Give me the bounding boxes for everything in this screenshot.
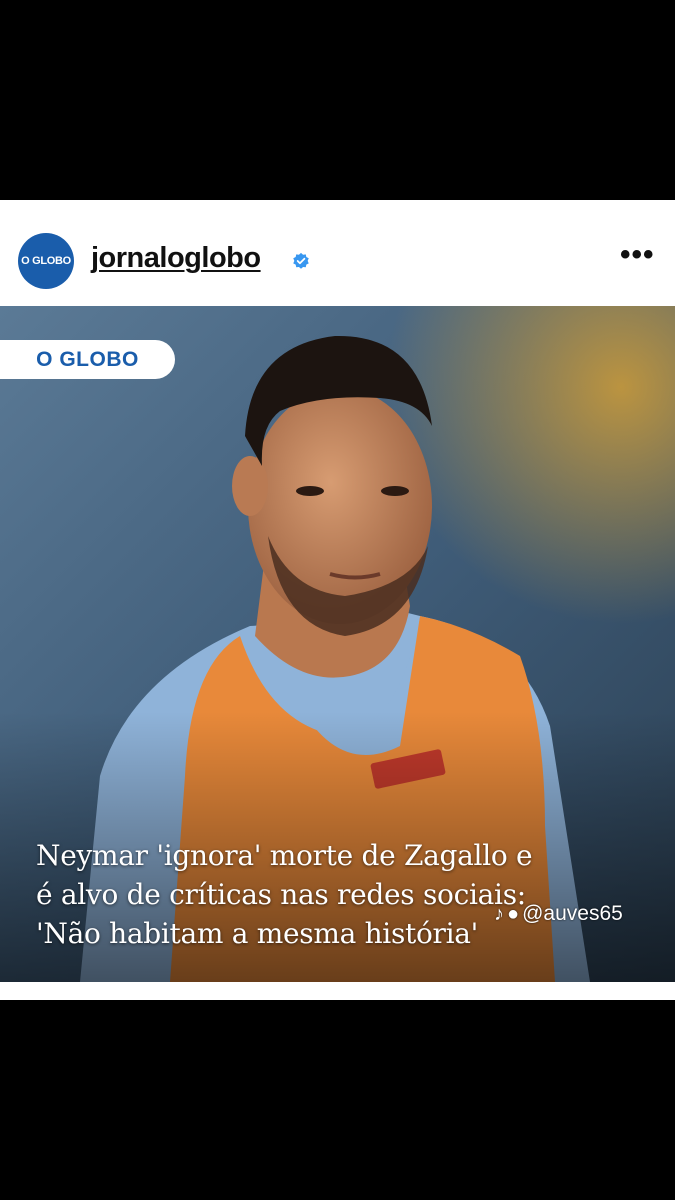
avatar[interactable]: O GLOBO xyxy=(18,233,74,289)
user-icon: ● xyxy=(507,902,520,925)
verified-badge-icon xyxy=(293,252,309,269)
instagram-post-card: O GLOBO jornaloglobo ••• O GLOBO Neymar … xyxy=(0,200,675,1000)
post-image[interactable]: O GLOBO Neymar 'ignora' morte de Zagallo… xyxy=(0,306,675,982)
more-options-button[interactable]: ••• xyxy=(620,240,655,270)
post-header: O GLOBO jornaloglobo ••• xyxy=(0,200,675,306)
watermark-handle: @auves65 xyxy=(522,902,623,925)
brand-label: O GLOBO xyxy=(0,340,175,379)
tiktok-icon: ♪ xyxy=(494,902,504,925)
tiktok-watermark: ♪ ● @auves65 xyxy=(494,902,623,926)
username-link[interactable]: jornaloglobo xyxy=(91,242,261,275)
headline-line: Neymar 'ignora' morte de Zagallo e xyxy=(36,839,533,872)
post-headline: Neymar 'ignora' morte de Zagallo e é alv… xyxy=(36,836,656,953)
